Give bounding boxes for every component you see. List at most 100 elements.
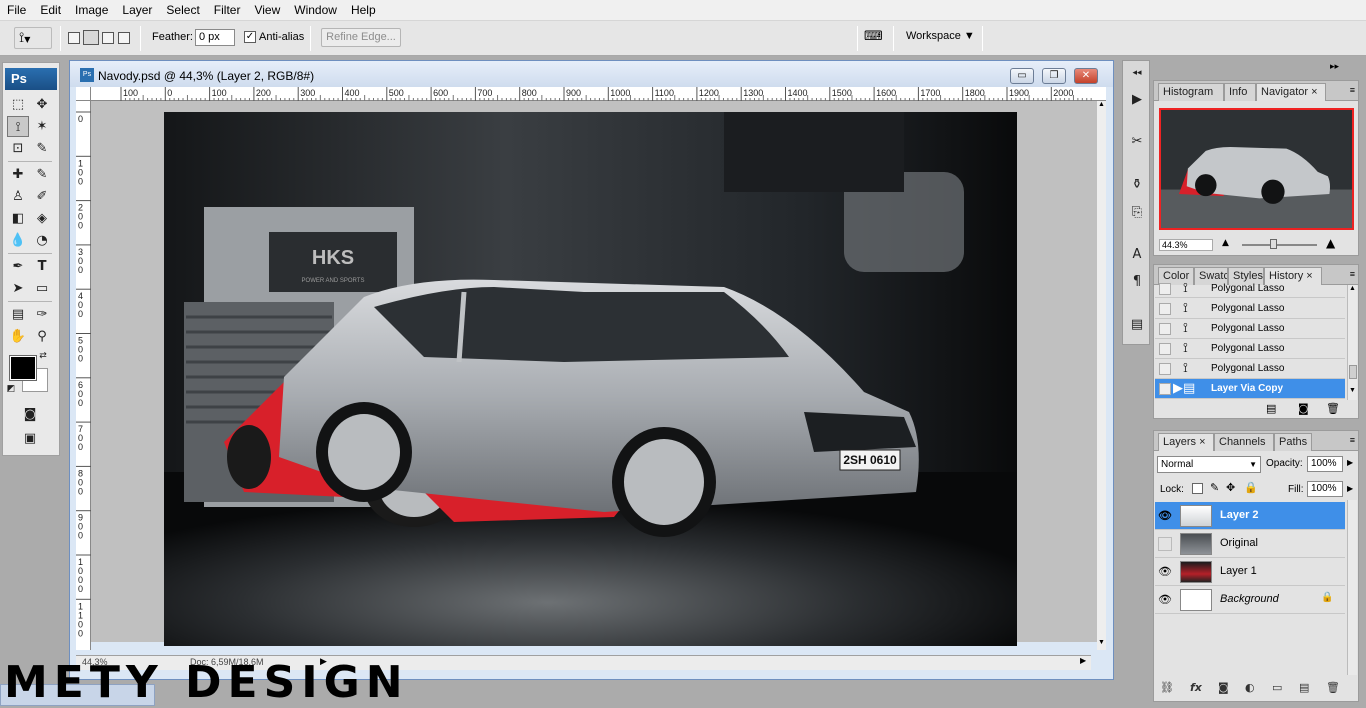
screen-mode-icon[interactable]: ▣ [19, 428, 41, 449]
menu-file[interactable]: File [0, 0, 33, 21]
link-layers-icon[interactable]: ⛓ [1160, 681, 1174, 694]
eraser-tool-icon[interactable]: ◧ [7, 208, 29, 229]
menu-image[interactable]: Image [68, 0, 115, 21]
scroll-thumb[interactable] [1349, 365, 1357, 379]
history-checkbox[interactable] [1159, 283, 1171, 295]
zoom-slider[interactable] [1242, 244, 1317, 246]
maximize-button[interactable]: ❐ [1042, 68, 1066, 84]
blur-tool-icon[interactable]: 💧 [7, 230, 29, 251]
tab-navigator[interactable]: Navigator × [1256, 83, 1326, 101]
history-checkbox[interactable] [1159, 343, 1171, 355]
type-tool-icon[interactable]: T [31, 256, 53, 277]
expand-panels-icon[interactable]: ▸▸ [1330, 62, 1339, 72]
foreground-color-swatch[interactable] [9, 355, 37, 381]
clone-stamp-icon[interactable]: ♙ [7, 186, 29, 207]
path-selection-icon[interactable]: ➤ [7, 278, 29, 299]
new-layer-icon[interactable]: ▤ [1299, 681, 1309, 694]
workspace-button[interactable]: Workspace ▼ [906, 30, 975, 42]
scroll-up-icon[interactable]: ▲ [1348, 285, 1357, 292]
history-item[interactable]: ⟟ Polygonal Lasso [1155, 280, 1345, 298]
zoom-tool-icon[interactable]: ⚲ [31, 326, 53, 347]
navigator-zoom-input[interactable]: 44.3% [1159, 239, 1213, 251]
paint-bucket-icon[interactable]: ◈ [31, 208, 53, 229]
eye-icon[interactable]: 👁 [1158, 593, 1172, 607]
panel-menu-icon[interactable]: ≡ [1350, 435, 1355, 445]
anti-alias-checkbox[interactable]: ✓ [244, 31, 256, 43]
lock-image-icon[interactable]: ✎ [1210, 481, 1219, 494]
paragraph-panel-icon[interactable]: ¶ [1126, 272, 1148, 292]
delete-state-icon[interactable]: 🗑 [1326, 402, 1340, 415]
default-colors-icon[interactable]: ◩ [5, 383, 17, 395]
eye-icon[interactable]: 👁 [1158, 565, 1172, 579]
car-photo[interactable]: 2SH 0610 HKS POWER AND SPORTS [164, 112, 1017, 646]
history-item[interactable]: ⟟ Polygonal Lasso [1155, 339, 1345, 359]
menu-layer[interactable]: Layer [115, 0, 159, 21]
horizontal-scroll-right-icon[interactable]: ▶ [1080, 656, 1086, 665]
minimize-button[interactable]: ▭ [1010, 68, 1034, 84]
character-panel-icon[interactable]: A [1126, 245, 1148, 265]
clone-source-icon[interactable]: ⎘ [1126, 203, 1148, 223]
new-snapshot-icon[interactable]: ◙ [1298, 402, 1309, 415]
zoom-slider-thumb[interactable] [1270, 239, 1277, 249]
adjustment-layer-icon[interactable]: ◐ [1245, 681, 1255, 694]
menu-help[interactable]: Help [344, 0, 383, 21]
scroll-down-icon[interactable]: ▼ [1349, 387, 1356, 394]
brushes-panel-icon[interactable]: ⚱ [1126, 175, 1148, 195]
pen-tool-icon[interactable]: ✒ [7, 256, 29, 277]
tab-info[interactable]: Info [1224, 83, 1256, 101]
notes-panel-icon[interactable]: ▤ [1126, 315, 1148, 335]
history-item-selected[interactable]: ▶ ▤ Layer Via Copy [1155, 379, 1345, 399]
actions-panel-icon[interactable]: ▶ [1126, 90, 1148, 110]
menu-view[interactable]: View [247, 0, 287, 21]
fill-input[interactable]: 100% [1307, 481, 1343, 497]
eye-icon[interactable]: 👁 [1158, 509, 1172, 523]
layer-row-layer-2[interactable]: 👁 Layer 2 [1155, 502, 1345, 530]
vertical-scrollbar[interactable]: ▲ ▼ [1097, 101, 1106, 650]
slice-tool-icon[interactable]: ✎ [31, 138, 53, 159]
intersect-selection-icon[interactable] [118, 32, 130, 44]
zoom-out-icon[interactable]: ▲ [1222, 238, 1229, 248]
menu-select[interactable]: Select [159, 0, 206, 21]
history-checkbox[interactable] [1159, 323, 1171, 335]
opacity-input[interactable]: 100% [1307, 456, 1343, 472]
menu-filter[interactable]: Filter [207, 0, 248, 21]
tool-presets-icon[interactable]: ✂ [1126, 132, 1148, 152]
tool-preset-picker[interactable]: ⟟▼ [14, 27, 52, 49]
history-scrollbar[interactable]: ▲ ▼ [1347, 285, 1357, 400]
feather-input[interactable]: 0 px [195, 29, 235, 46]
navigator-preview[interactable] [1159, 108, 1354, 230]
history-checkbox[interactable] [1159, 303, 1171, 315]
eyedropper-icon[interactable]: ✑ [31, 304, 53, 325]
scroll-down-icon[interactable]: ▼ [1097, 639, 1106, 649]
scroll-up-icon[interactable]: ▲ [1097, 101, 1106, 111]
tab-histogram[interactable]: Histogram [1158, 83, 1224, 101]
refine-edge-button[interactable]: Refine Edge... [321, 28, 401, 47]
menu-window[interactable]: Window [287, 0, 344, 21]
lasso-tool-icon[interactable]: ⟟ [7, 116, 29, 137]
crop-tool-icon[interactable]: ⊡ [7, 138, 29, 159]
panel-menu-icon[interactable]: ≡ [1350, 85, 1355, 95]
new-selection-icon[interactable] [68, 32, 80, 44]
collapse-arrows-icon[interactable]: ◂◂ [1126, 63, 1148, 83]
history-item[interactable]: ⟟ Polygonal Lasso [1155, 319, 1345, 339]
layer-style-icon[interactable]: fx [1190, 681, 1202, 694]
marquee-tool-icon[interactable]: ⬚ [7, 94, 29, 115]
layer-row-background[interactable]: 👁 Background 🔒 [1155, 586, 1345, 614]
lock-position-icon[interactable]: ✥ [1226, 481, 1235, 494]
quick-mask-icon[interactable]: ◙ [19, 404, 41, 425]
tab-paths[interactable]: Paths [1274, 433, 1312, 451]
layer-row-original[interactable]: Original [1155, 530, 1345, 558]
opacity-arrow-icon[interactable]: ▶ [1347, 458, 1353, 467]
lock-all-icon[interactable]: 🔒 [1244, 481, 1258, 494]
dodge-tool-icon[interactable]: ◔ [31, 230, 53, 251]
layer-mask-icon[interactable]: ◙ [1218, 681, 1229, 694]
swap-colors-icon[interactable]: ⇄ [36, 350, 50, 362]
lock-transparent-icon[interactable] [1192, 483, 1203, 494]
layers-scrollbar[interactable] [1347, 500, 1357, 675]
history-item[interactable]: ⟟ Polygonal Lasso [1155, 299, 1345, 319]
close-button[interactable]: ✕ [1074, 68, 1098, 84]
hand-tool-icon[interactable]: ✋ [7, 326, 29, 347]
fill-arrow-icon[interactable]: ▶ [1347, 484, 1353, 493]
shape-tool-icon[interactable]: ▭ [31, 278, 53, 299]
notes-tool-icon[interactable]: ▤ [7, 304, 29, 325]
